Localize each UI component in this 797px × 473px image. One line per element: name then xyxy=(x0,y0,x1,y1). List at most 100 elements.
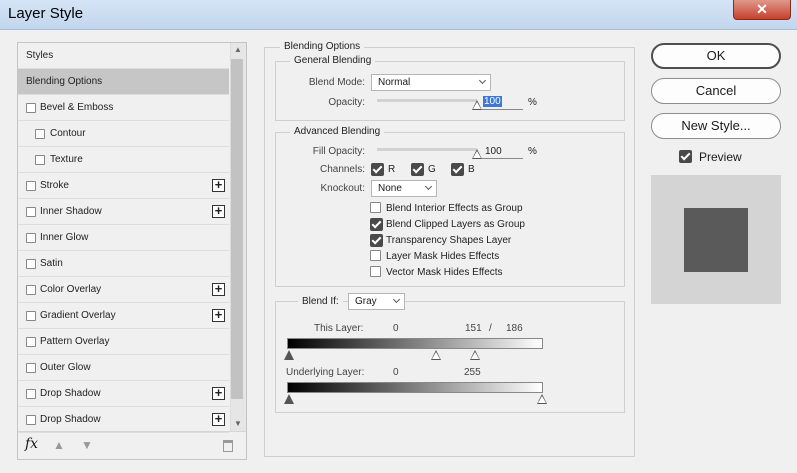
underlying-layer-high-thumb[interactable] xyxy=(537,394,547,404)
trash-icon[interactable] xyxy=(223,440,233,452)
channel-b-label: B xyxy=(468,164,475,175)
layer-mask-hides-effects-label: Layer Mask Hides Effects xyxy=(386,251,500,262)
sidebar-item-checkbox[interactable] xyxy=(26,181,36,191)
add-effect-icon[interactable]: + xyxy=(212,282,225,296)
this-layer-low-thumb[interactable] xyxy=(284,350,294,360)
sidebar-item-label: Inner Shadow xyxy=(40,206,102,217)
general-blending-title: General Blending xyxy=(290,55,376,66)
sidebar-item-blending-options[interactable]: Blending Options xyxy=(18,69,229,95)
sidebar-item-gradient-overlay[interactable]: Gradient Overlay + xyxy=(18,303,229,329)
preview-label: Preview xyxy=(699,150,742,164)
sidebar-item-outer-glow[interactable]: Outer Glow xyxy=(18,355,229,381)
sidebar-item-checkbox[interactable] xyxy=(26,337,36,347)
blend-if-value: Gray xyxy=(355,296,377,307)
preview-swatch xyxy=(684,208,748,272)
sidebar-item-checkbox[interactable] xyxy=(35,155,45,165)
channel-g-checkbox[interactable] xyxy=(411,163,424,176)
channels-label: Channels: xyxy=(319,164,365,175)
transparency-shapes-layer-checkbox[interactable] xyxy=(370,234,383,247)
add-effect-icon[interactable]: + xyxy=(212,412,225,426)
blend-if-select[interactable]: Gray xyxy=(348,293,405,310)
sidebar-item-label: Outer Glow xyxy=(40,362,91,373)
transparency-shapes-layer-label: Transparency Shapes Layer xyxy=(386,235,512,246)
this-layer-high-value-b: 186 xyxy=(506,323,523,334)
fill-opacity-unit: % xyxy=(528,146,537,157)
vector-mask-hides-effects-checkbox[interactable] xyxy=(370,266,381,277)
chevron-down-icon xyxy=(424,182,433,191)
sidebar-item-checkbox[interactable] xyxy=(26,415,36,425)
sidebar-item-label: Contour xyxy=(50,128,86,139)
add-effect-icon[interactable]: + xyxy=(212,204,225,218)
channel-r-label: R xyxy=(388,164,396,175)
scrollbar-thumb[interactable] xyxy=(231,59,243,399)
close-button[interactable]: ✕ xyxy=(733,0,791,20)
blend-mode-label: Blend Mode: xyxy=(308,77,365,88)
underlying-layer-label: Underlying Layer: xyxy=(286,367,365,378)
chevron-down-icon xyxy=(478,76,487,85)
sidebar-item-checkbox[interactable] xyxy=(35,129,45,139)
blend-if-label: Blend If: xyxy=(298,296,343,307)
sidebar-item-color-overlay[interactable]: Color Overlay + xyxy=(18,277,229,303)
sidebar-item-satin[interactable]: Satin xyxy=(18,251,229,277)
sidebar-item-checkbox[interactable] xyxy=(26,233,36,243)
channel-r-checkbox[interactable] xyxy=(371,163,384,176)
chevron-down-icon xyxy=(392,295,401,304)
cancel-button[interactable]: Cancel xyxy=(651,78,781,104)
sidebar-item-contour[interactable]: Contour xyxy=(18,121,229,147)
sidebar-item-stroke[interactable]: Stroke + xyxy=(18,173,229,199)
sidebar-item-styles[interactable]: Styles xyxy=(18,43,229,69)
preview-checkbox[interactable] xyxy=(679,150,692,163)
sidebar-item-label: Inner Glow xyxy=(40,232,89,243)
add-effect-icon[interactable]: + xyxy=(212,308,225,322)
sidebar-item-checkbox[interactable] xyxy=(26,311,36,321)
sidebar-item-checkbox[interactable] xyxy=(26,389,36,399)
sidebar-item-checkbox[interactable] xyxy=(26,285,36,295)
fill-opacity-input[interactable]: 100 xyxy=(485,146,502,157)
sidebar-item-inner-glow[interactable]: Inner Glow xyxy=(18,225,229,251)
arrow-up-icon[interactable]: ▲ xyxy=(53,438,65,452)
sidebar-item-checkbox[interactable] xyxy=(26,103,36,113)
sidebar-item-bevel-and-emboss[interactable]: Bevel & Emboss xyxy=(18,95,229,121)
channel-b-checkbox[interactable] xyxy=(451,163,464,176)
new-style-button[interactable]: New Style... xyxy=(651,113,781,139)
sidebar-item-checkbox[interactable] xyxy=(26,207,36,217)
knockout-select[interactable]: None xyxy=(371,180,437,197)
sidebar-item-inner-shadow[interactable]: Inner Shadow + xyxy=(18,199,229,225)
sidebar-item-pattern-overlay[interactable]: Pattern Overlay xyxy=(18,329,229,355)
fill-opacity-input-underline xyxy=(482,158,523,159)
arrow-down-icon[interactable]: ▼ xyxy=(81,438,93,452)
general-blending-group xyxy=(275,61,625,121)
blend-mode-select[interactable]: Normal xyxy=(371,74,491,91)
add-effect-icon[interactable]: + xyxy=(212,178,225,192)
fill-opacity-slider-track[interactable] xyxy=(377,148,477,151)
underlying-layer-high-value: 255 xyxy=(464,367,481,378)
fx-button[interactable]: fx xyxy=(25,436,38,452)
sidebar-item-label: Blending Options xyxy=(26,76,103,87)
opacity-slider-track[interactable] xyxy=(377,99,477,102)
underlying-layer-low-thumb[interactable] xyxy=(284,394,294,404)
this-layer-high-thumb-right[interactable] xyxy=(470,350,480,360)
opacity-slider-thumb[interactable] xyxy=(472,100,482,110)
blend-clipped-layers-as-group-checkbox[interactable] xyxy=(370,218,383,231)
blend-interior-effects-as-group-checkbox[interactable] xyxy=(370,202,381,213)
close-icon: ✕ xyxy=(756,1,768,17)
knockout-value: None xyxy=(378,183,402,194)
layer-mask-hides-effects-checkbox[interactable] xyxy=(370,250,381,261)
styles-panel: Styles Blending Options Bevel & Emboss Cont… xyxy=(17,42,247,460)
opacity-input[interactable]: 100 xyxy=(483,96,502,107)
scroll-up-icon[interactable]: ▲ xyxy=(234,45,242,54)
sidebar-item-checkbox[interactable] xyxy=(26,259,36,269)
this-layer-low-value: 0 xyxy=(393,323,399,334)
scroll-down-icon[interactable]: ▼ xyxy=(234,419,242,428)
styles-footer: fx ▲ ▼ xyxy=(18,431,246,459)
add-effect-icon[interactable]: + xyxy=(212,386,225,400)
sidebar-item-drop-shadow[interactable]: Drop Shadow + xyxy=(18,381,229,407)
sidebar-item-checkbox[interactable] xyxy=(26,363,36,373)
sidebar-item-drop-shadow[interactable]: Drop Shadow + xyxy=(18,407,229,433)
sidebar-item-texture[interactable]: Texture xyxy=(18,147,229,173)
this-layer-high-thumb-left[interactable] xyxy=(431,350,441,360)
ok-button[interactable]: OK xyxy=(651,43,781,69)
underlying-layer-gradient xyxy=(287,382,543,393)
fill-opacity-slider-thumb[interactable] xyxy=(472,149,482,159)
this-layer-gradient xyxy=(287,338,543,349)
